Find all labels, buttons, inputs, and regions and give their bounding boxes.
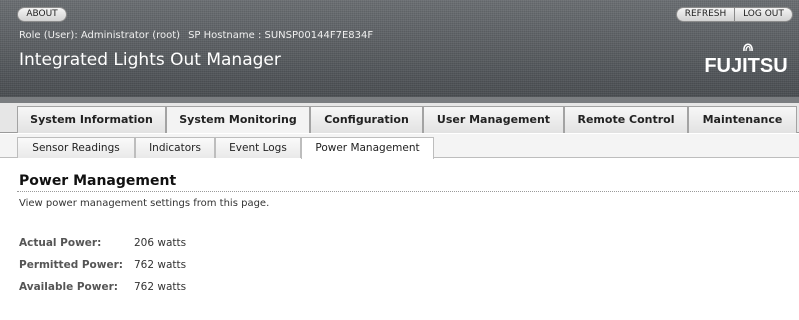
main-nav: System Information System Monitoring Con… xyxy=(0,103,799,133)
subtab-event-logs[interactable]: Event Logs xyxy=(215,137,301,158)
fujitsu-logo-wordmark: FUJITSU xyxy=(704,55,787,75)
subtab-indicators[interactable]: Indicators xyxy=(135,137,215,158)
user-role: Role (User): Administrator (root) xyxy=(19,30,181,41)
permitted-power-label: Permitted Power: xyxy=(19,259,123,271)
logout-button[interactable]: LOG OUT xyxy=(735,7,793,22)
masthead: ABOUT REFRESH LOG OUT Role (User): Admin… xyxy=(0,0,799,97)
tab-system-monitoring[interactable]: System Monitoring xyxy=(166,106,310,133)
subtab-power-management[interactable]: Power Management xyxy=(301,137,434,159)
refresh-button[interactable]: REFRESH xyxy=(676,7,735,22)
tab-system-information[interactable]: System Information xyxy=(17,106,166,133)
tab-configuration[interactable]: Configuration xyxy=(310,106,423,133)
title-divider xyxy=(17,191,799,193)
actual-power-label: Actual Power: xyxy=(19,237,102,249)
available-power-label: Available Power: xyxy=(19,281,118,293)
session-info: Role (User): Administrator (root) SP Host… xyxy=(19,30,373,41)
sp-hostname: SP Hostname : SUNSP00144F7E834F xyxy=(188,30,374,41)
fujitsu-logo: FUJITSU xyxy=(700,37,792,75)
permitted-power-value: 762 watts xyxy=(134,259,187,271)
available-power-value: 762 watts xyxy=(134,281,187,293)
tab-user-management[interactable]: User Management xyxy=(423,106,564,133)
about-button[interactable]: ABOUT xyxy=(17,7,67,22)
app-title: Integrated Lights Out Manager xyxy=(19,50,281,70)
subtab-sensor-readings[interactable]: Sensor Readings xyxy=(17,137,135,158)
actual-power-value: 206 watts xyxy=(134,237,187,249)
sub-nav: Sensor Readings Indicators Event Logs Po… xyxy=(0,134,799,159)
page-title: Power Management xyxy=(19,173,177,189)
page-description: View power management settings from this… xyxy=(19,198,270,209)
tab-maintenance[interactable]: Maintenance xyxy=(688,106,797,133)
tab-remote-control[interactable]: Remote Control xyxy=(564,106,688,133)
